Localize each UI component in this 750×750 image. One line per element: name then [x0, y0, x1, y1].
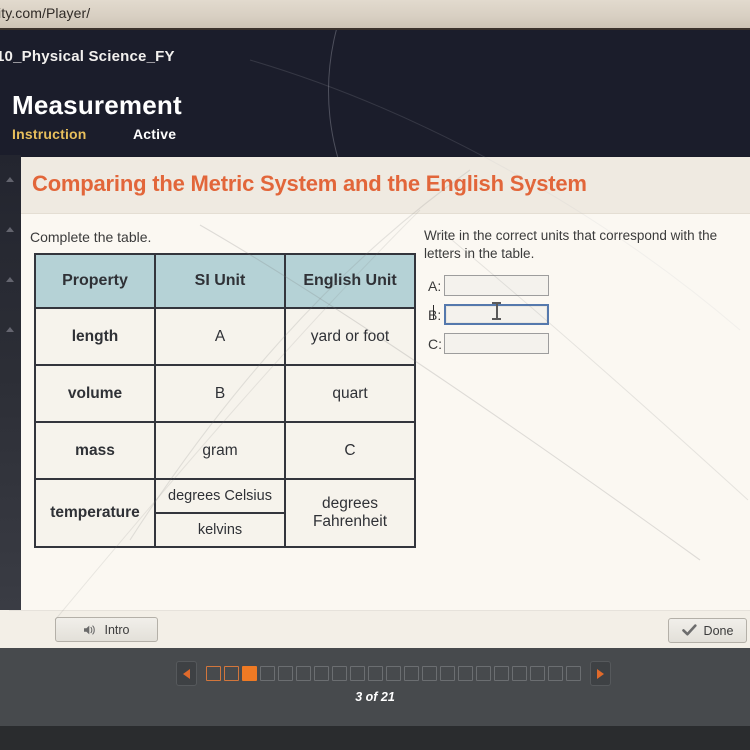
units-table: Property SI Unit English Unit length A y… [34, 253, 416, 548]
page-dot-4[interactable] [260, 666, 275, 681]
content-card: Comparing the Metric System and the Engl… [10, 157, 750, 610]
page-dots [206, 666, 581, 681]
chevron-left-icon [183, 668, 190, 679]
column-header-si-unit: SI Unit [154, 253, 286, 309]
rail-tick-icon [6, 327, 14, 332]
text-caret [433, 305, 434, 319]
next-page-button[interactable] [590, 661, 611, 686]
page-dot-1[interactable] [206, 666, 221, 681]
cell-property-length: length [34, 307, 156, 366]
page-dot-8[interactable] [332, 666, 347, 681]
page-dot-15[interactable] [458, 666, 473, 681]
speaker-icon [83, 624, 97, 636]
answer-row-c: C: [428, 333, 549, 354]
page-title: Comparing the Metric System and the Engl… [32, 171, 587, 196]
checkmark-icon [681, 624, 697, 637]
table-row: length A yard or foot [34, 307, 416, 366]
header-tabs: Instruction Active [12, 126, 176, 144]
cell-english-unit-volume: quart [284, 364, 416, 423]
app-header: 10_Physical Science_FY Measurement Instr… [0, 30, 750, 160]
page-dot-7[interactable] [314, 666, 329, 681]
header-swoosh-decoration [328, 30, 750, 160]
page-dot-6[interactable] [296, 666, 311, 681]
url-text[interactable]: ity.com/Player/ [0, 5, 90, 21]
page-dot-20[interactable] [548, 666, 563, 681]
done-button-label: Done [703, 623, 734, 638]
page-dot-14[interactable] [440, 666, 455, 681]
answer-row-b: B: [428, 304, 549, 325]
page-dot-19[interactable] [530, 666, 545, 681]
cell-si-degrees-celsius: degrees Celsius [156, 480, 284, 514]
cell-english-unit-temperature: degrees Fahrenheit [284, 478, 416, 548]
cell-si-unit-blank-a: A [154, 307, 286, 366]
page-dot-10[interactable] [368, 666, 383, 681]
rail-tick-icon [6, 227, 14, 232]
tab-active[interactable]: Active [133, 126, 176, 142]
page-navigator [176, 661, 611, 686]
screen-root: ity.com/Player/ 10_Physical Science_FY M… [0, 0, 750, 750]
column-header-english-unit: English Unit [284, 253, 416, 309]
browser-toolbar: ity.com/Player/ [0, 0, 750, 30]
answer-label-b: B: [428, 306, 442, 323]
page-dot-5[interactable] [278, 666, 293, 681]
prompt-write-units: Write in the correct units that correspo… [424, 228, 718, 261]
done-button[interactable]: Done [668, 618, 747, 643]
answer-label-c: C: [428, 335, 442, 352]
page-dot-18[interactable] [512, 666, 527, 681]
cell-property-volume: volume [34, 364, 156, 423]
rail-tick-icon [6, 177, 14, 182]
table-row-temperature: temperature degrees Celsius kelvins degr… [34, 478, 416, 548]
answer-input-c[interactable] [444, 333, 549, 354]
table-row: volume B quart [34, 364, 416, 423]
tab-instruction[interactable]: Instruction [12, 126, 87, 142]
intro-button[interactable]: Intro [55, 617, 158, 642]
page-counter: 3 of 21 [355, 690, 395, 704]
answer-fields-group: A: B: C: [428, 275, 549, 362]
cell-english-unit-length: yard or foot [284, 307, 416, 366]
cell-property-mass: mass [34, 421, 156, 480]
page-dot-13[interactable] [422, 666, 437, 681]
page-dot-12[interactable] [404, 666, 419, 681]
english-degrees-line1: degrees [321, 495, 378, 512]
cell-si-unit-blank-b: B [154, 364, 286, 423]
answer-input-a[interactable] [444, 275, 549, 296]
lesson-title: Measurement [12, 90, 182, 120]
page-dot-11[interactable] [386, 666, 401, 681]
english-fahrenheit-line2: Fahrenheit [312, 513, 388, 530]
si-unit-subtable: degrees Celsius kelvins [156, 480, 284, 546]
answer-row-a: A: [428, 275, 549, 296]
cell-si-unit-temperature: degrees Celsius kelvins [154, 478, 286, 548]
cell-property-temperature: temperature [34, 478, 156, 548]
rail-tick-icon [6, 277, 14, 282]
cell-english-unit-blank-c: C [284, 421, 416, 480]
cell-si-unit-mass: gram [154, 421, 286, 480]
footer-bottom-strip [0, 726, 750, 750]
page-dot-2[interactable] [224, 666, 239, 681]
page-dot-21[interactable] [566, 666, 581, 681]
column-header-property: Property [34, 253, 156, 309]
table-row: mass gram C [34, 421, 416, 480]
page-dot-3[interactable] [242, 666, 257, 681]
intro-button-label: Intro [104, 622, 130, 637]
answer-input-b[interactable] [444, 304, 549, 325]
table-header-row: Property SI Unit English Unit [34, 253, 416, 309]
course-name: 10_Physical Science_FY [0, 48, 175, 65]
prompt-complete-table: Complete the table. [30, 229, 152, 245]
page-dot-17[interactable] [494, 666, 509, 681]
page-dot-9[interactable] [350, 666, 365, 681]
cell-si-kelvins: kelvins [197, 522, 243, 538]
prev-page-button[interactable] [176, 661, 197, 686]
chevron-right-icon [597, 668, 604, 679]
left-rail [0, 155, 21, 610]
answer-label-a: A: [428, 277, 442, 294]
page-dot-16[interactable] [476, 666, 491, 681]
footer-bar: 3 of 21 [0, 648, 750, 726]
